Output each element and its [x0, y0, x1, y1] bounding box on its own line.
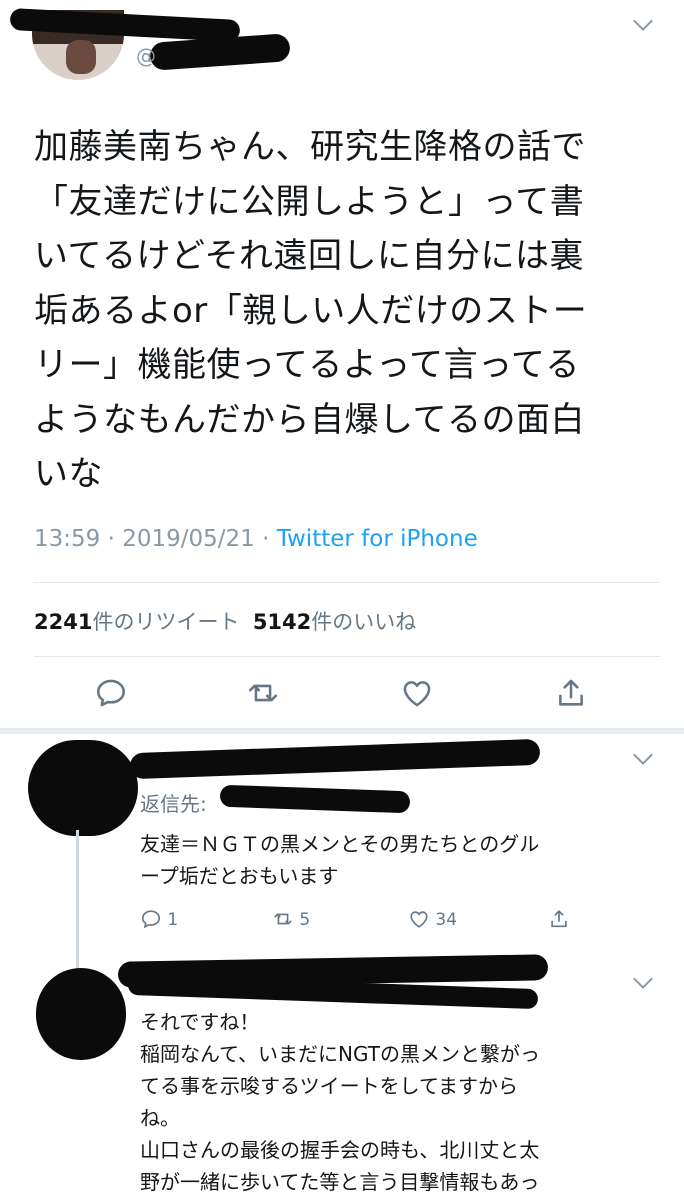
redacted-reply-name: [129, 738, 541, 780]
reply-text-line: 稲岡なんて、いまだにNGTの黒メンと繋がっ: [140, 1042, 540, 1066]
reply-text: 友達＝ＮＧＴの黒メンとその男たちとのグル ープ垢だとおもいます: [140, 828, 539, 892]
redacted-reply-avatar: [28, 740, 138, 836]
reply-text-line: 野が一緒に歩いてた等と言う目撃情報もあっ: [140, 1170, 540, 1194]
share-icon: [551, 910, 567, 928]
tweet-text-line: 加藤美南ちゃん、研究生降格の話で: [34, 127, 586, 167]
reply-1-actions: 1: [140, 908, 178, 930]
reply-1-reply-button[interactable]: 1: [140, 910, 178, 930]
reply-1-like-group: 34: [408, 908, 457, 930]
thread-connector: [76, 830, 79, 970]
reply-1-share-button[interactable]: [548, 908, 570, 930]
tweet-meta: 13:59 · 2019/05/21 · Twitter for iPhone: [34, 526, 478, 552]
reply-text-line: 友達＝ＮＧＴの黒メンとその男たちとのグル: [140, 832, 540, 856]
reply-text-line: ープ垢だとおもいます: [140, 864, 339, 888]
tweet-text-line: 垢あるよor「親しい人だけのストー: [34, 290, 588, 331]
reply-1-like-button[interactable]: 34: [408, 910, 457, 930]
caret-down-icon[interactable]: [633, 969, 653, 989]
reply-to-label: 返信先:: [140, 788, 207, 817]
tweet-text: 加藤美南ちゃん、研究生降格の話で 「友達だけに公開しようと」って書 いてるけどそ…: [34, 120, 654, 502]
retweet-icon: [274, 913, 292, 925]
reply-text-line: 山口さんの最後の握手会の時も、北川丈と太: [140, 1138, 540, 1162]
tweet-date: 2019/05/21: [122, 526, 255, 552]
engagement-stats[interactable]: 2241件のリツイート 5142件のいいね: [34, 606, 416, 636]
retweet-icon: [248, 684, 278, 702]
caret-down-icon[interactable]: [633, 745, 653, 765]
divider: [34, 656, 660, 657]
reply-text-line: それですね！: [140, 1010, 260, 1034]
share-icon: [559, 679, 583, 706]
retweet-count: 5: [299, 910, 311, 930]
like-icon: [410, 911, 428, 928]
like-count: 34: [435, 910, 458, 930]
redacted-reply-avatar: [36, 968, 126, 1060]
tweet-text-line: いてるけどそれ遠回しに自分には裏: [34, 236, 584, 276]
redacted-reply-to-handle: [219, 784, 411, 814]
meta-separator: ·: [262, 526, 277, 552]
like-icon: [403, 681, 431, 707]
tweet-source-link[interactable]: Twitter for iPhone: [277, 526, 478, 552]
reply-text-line: てる事を示唆するツイートをしてますから: [140, 1074, 518, 1098]
tweet-text-line: リー」機能使ってるよって言ってる: [34, 345, 580, 385]
author-handle-prefix: @: [136, 44, 156, 68]
like-count: 5142: [252, 610, 312, 634]
meta-separator: ·: [107, 526, 123, 552]
retweet-button[interactable]: [246, 676, 280, 710]
like-button[interactable]: [400, 676, 434, 710]
reply-icon: [141, 910, 161, 929]
reply-icon: [96, 679, 126, 707]
caret-down-icon[interactable]: [633, 11, 653, 31]
like-label: 件のいいね: [311, 610, 417, 634]
divider: [0, 728, 684, 734]
avatar-detail: [66, 40, 96, 74]
retweet-count: 2241: [34, 610, 93, 634]
reply-count: 1: [167, 910, 179, 930]
reply-to-text: 返信先:: [140, 792, 207, 816]
share-button[interactable]: [554, 676, 588, 710]
reply-1-retweet-button[interactable]: 5: [272, 910, 310, 930]
tweet-text-line: いな: [34, 454, 103, 494]
redacted-author-handle: [149, 33, 291, 71]
reply-text-line: ね。: [140, 1106, 180, 1130]
retweet-label: 件のリツイート: [92, 610, 240, 634]
reply-button[interactable]: [94, 676, 128, 710]
tweet-time: 13:59: [34, 526, 101, 552]
reply-text: それですね！ 稲岡なんて、いまだにNGTの黒メンと繋がっ てる事を示唆するツイー…: [140, 1006, 540, 1198]
tweet-text-line: ようなもんだから自爆してるの面白: [34, 399, 585, 440]
tweet-text-line: 「友達だけに公開しようと」って書: [34, 181, 585, 222]
reply-1-retweet-group: 5: [272, 908, 310, 930]
divider: [34, 582, 660, 583]
